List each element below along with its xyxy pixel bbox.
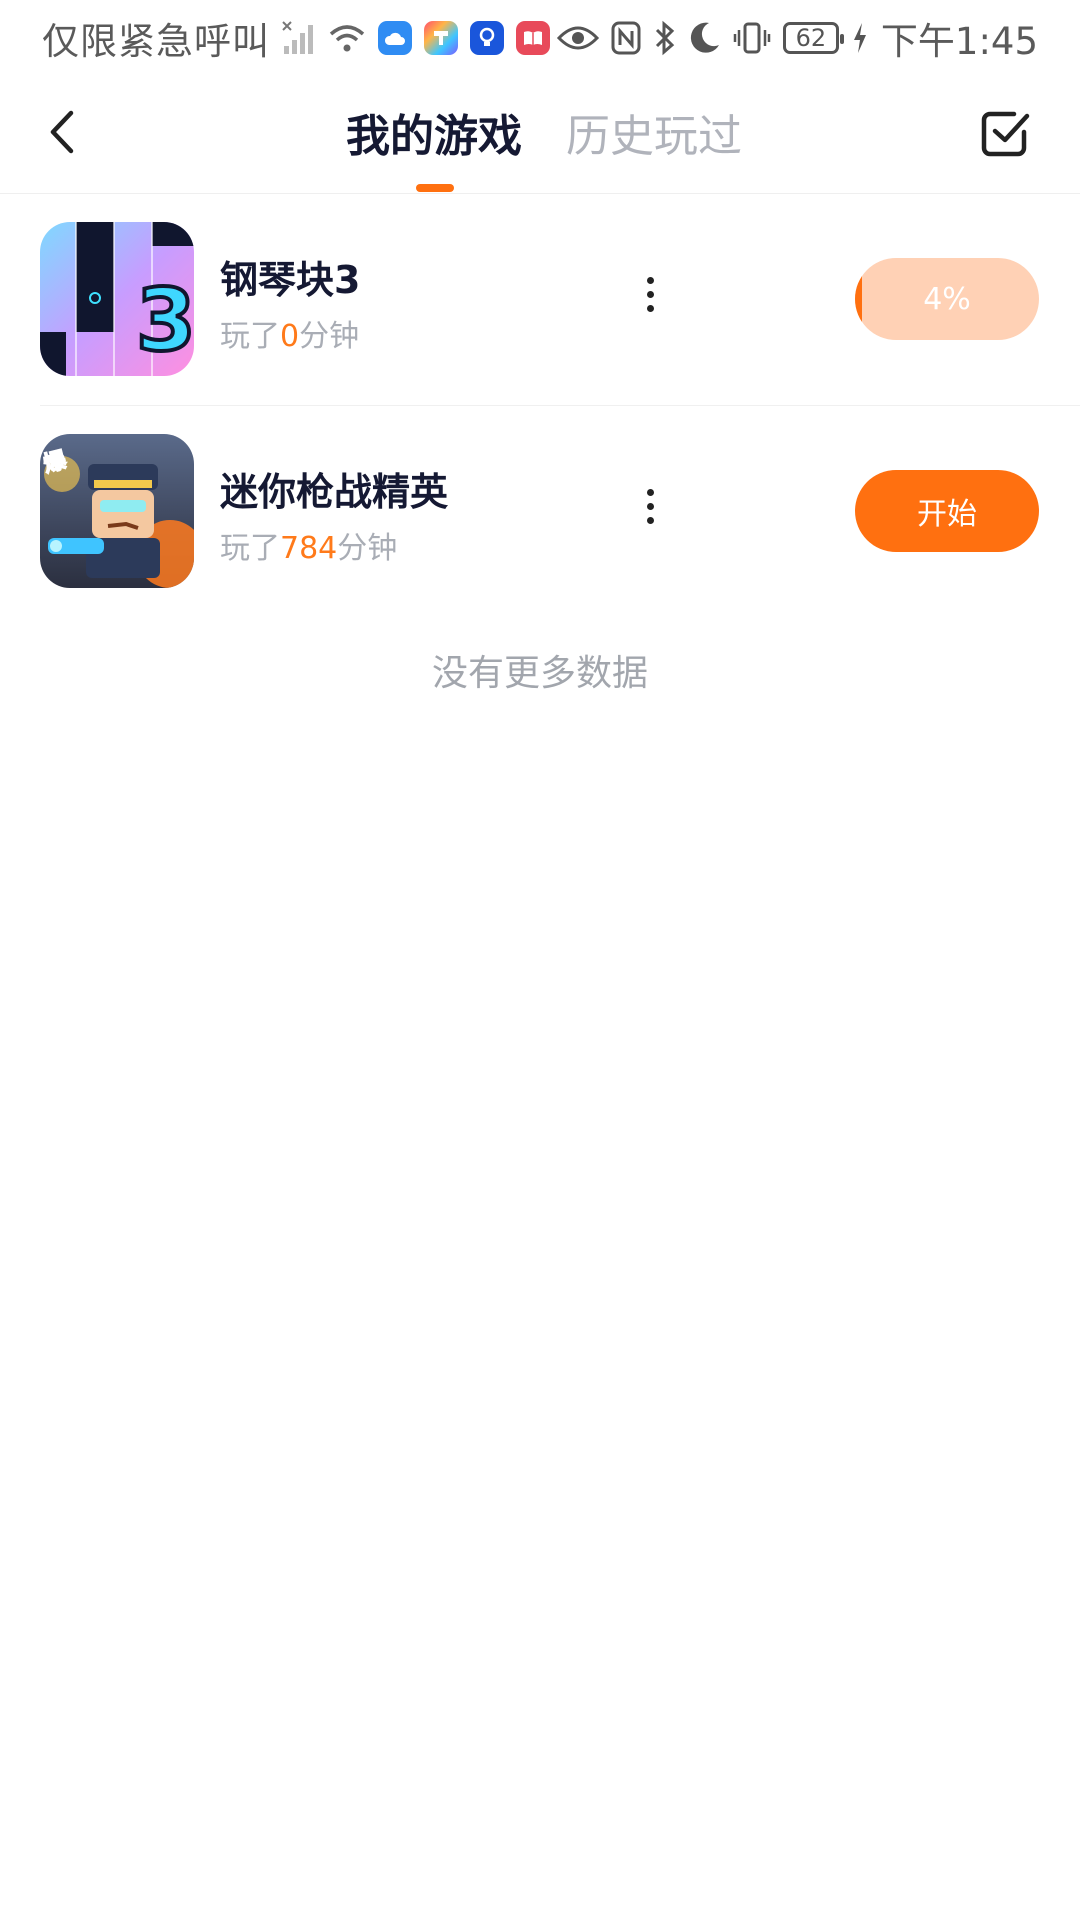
play-time-suffix: 分钟 [337,531,398,566]
nfc-icon [611,18,641,58]
manage-button[interactable] [976,102,1036,162]
play-time-value: 0 [280,319,300,354]
game-library-page: 仅限紧急呼叫 62 下午1:45 我的游戏 历史玩过 3 钢琴块3 玩了0分钟 … [0,0,1080,1920]
cloud-app-icon [378,21,412,55]
theme-app-icon [424,21,458,55]
bulb-app-icon [470,21,504,55]
eye-icon [556,18,599,58]
more-dot-icon [646,502,654,510]
play-time: 玩了784分钟 [220,523,397,567]
play-time-prefix: 玩了 [220,319,280,354]
signal-icon [282,18,316,58]
progress-label: 4% [923,281,971,317]
status-bar: 仅限紧急呼叫 62 下午1:45 [0,0,1080,76]
list-item[interactable]: 3 钢琴块3 玩了0分钟 4% [40,194,1080,406]
active-tab-indicator [416,184,454,192]
mini-gun-game-icon[interactable]: 爆 [40,434,194,588]
game-title: 迷你枪战精英 [220,470,449,514]
clock-time: 下午1:45 [880,20,1038,63]
svg-text:3: 3 [136,271,194,371]
more-dot-icon [646,304,654,312]
battery-indicator: 62 [782,22,844,54]
no-more-data-text: 没有更多数据 [431,653,648,694]
carrier-text: 仅限紧急呼叫 [42,20,270,63]
book-app-icon [516,21,550,55]
play-time-value: 784 [280,531,338,566]
chevron-left-icon [50,110,74,154]
more-dot-icon [646,488,654,496]
play-time: 玩了0分钟 [220,311,359,355]
more-options-button[interactable] [620,254,680,334]
bluetooth-icon [653,18,677,58]
more-dot-icon [646,516,654,524]
charging-icon [851,18,869,58]
more-options-button[interactable] [620,466,680,546]
more-dot-icon [646,290,654,298]
back-button[interactable] [30,100,94,164]
status-right: 62 下午1:45 [556,11,1038,65]
play-time-suffix: 分钟 [299,319,360,354]
moon-icon [689,18,721,58]
tab-my-games[interactable]: 我的游戏 [346,100,522,164]
top-nav: 我的游戏 历史玩过 [0,76,1080,194]
play-time-prefix: 玩了 [220,531,280,566]
piano-tiles-game-icon[interactable]: 3 [40,222,194,376]
game-title: 钢琴块3 [220,258,361,302]
status-left: 仅限紧急呼叫 [42,11,550,65]
wifi-icon [328,18,366,58]
vibrate-icon [733,18,771,58]
more-dot-icon [646,276,654,284]
download-progress-button[interactable]: 4% [855,258,1039,340]
list-item[interactable]: 爆 迷你枪战精英 玩了784分钟 开始 [40,406,1080,618]
progress-fill [855,258,863,340]
tab-history[interactable]: 历史玩过 [566,100,742,164]
start-game-button[interactable]: 开始 [855,470,1039,552]
checkbox-icon [981,111,1030,157]
